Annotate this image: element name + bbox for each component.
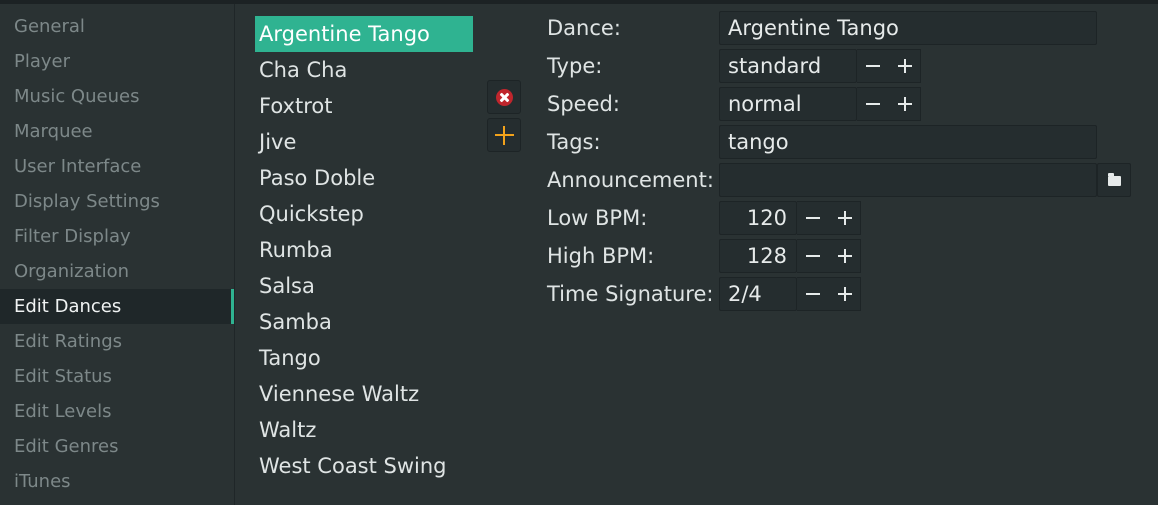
sidebar-item-organization[interactable]: Organization <box>0 254 234 289</box>
sidebar-item-player[interactable]: Player <box>0 44 234 79</box>
dance-name-field[interactable]: Argentine Tango <box>719 11 1097 45</box>
type-field[interactable]: standard <box>719 49 857 83</box>
sidebar-item-marquee[interactable]: Marquee <box>0 114 234 149</box>
dance-list-item[interactable]: Rumba <box>255 232 473 268</box>
dance-list-item[interactable]: Jive <box>255 124 473 160</box>
speed-stepper <box>857 87 921 121</box>
plus-icon <box>838 249 852 263</box>
dance-list-item[interactable]: Salsa <box>255 268 473 304</box>
tags-label: Tags: <box>547 130 601 154</box>
plus-icon <box>838 287 852 301</box>
speed-decrement-button[interactable] <box>857 88 889 120</box>
time-signature-stepper <box>797 277 861 311</box>
low-bpm-stepper <box>797 201 861 235</box>
low-bpm-increment-button[interactable] <box>829 202 861 234</box>
high-bpm-stepper <box>797 239 861 273</box>
remove-dance-button[interactable] <box>487 80 521 114</box>
low-bpm-label: Low BPM: <box>547 206 648 230</box>
dance-list-item[interactable]: West Coast Swing <box>255 448 473 484</box>
time-signature-decrement-button[interactable] <box>797 278 829 310</box>
dance-list-item[interactable]: Waltz <box>255 412 473 448</box>
dance-list-item[interactable]: Quickstep <box>255 196 473 232</box>
tags-field[interactable]: tango <box>719 125 1097 159</box>
low-bpm-decrement-button[interactable] <box>797 202 829 234</box>
sidebar-item-filter-display[interactable]: Filter Display <box>0 219 234 254</box>
dance-list-item[interactable]: Foxtrot <box>255 88 473 124</box>
dance-label: Dance: <box>547 16 621 40</box>
high-bpm-decrement-button[interactable] <box>797 240 829 272</box>
dance-list-item[interactable]: Tango <box>255 340 473 376</box>
dance-list-item[interactable]: Viennese Waltz <box>255 376 473 412</box>
sidebar-item-music-queues[interactable]: Music Queues <box>0 79 234 114</box>
high-bpm-field[interactable]: 128 <box>719 239 797 273</box>
sidebar-item-edit-levels[interactable]: Edit Levels <box>0 394 234 429</box>
sidebar-item-edit-genres[interactable]: Edit Genres <box>0 429 234 464</box>
add-icon <box>495 126 514 145</box>
folder-icon <box>1108 173 1121 186</box>
speed-increment-button[interactable] <box>889 88 921 120</box>
plus-icon <box>898 97 912 111</box>
sidebar-item-itunes[interactable]: iTunes <box>0 464 234 499</box>
sidebar-item-display-settings[interactable]: Display Settings <box>0 184 234 219</box>
sidebar-item-edit-status[interactable]: Edit Status <box>0 359 234 394</box>
time-signature-label: Time Signature: <box>547 282 714 306</box>
minus-icon <box>806 211 820 225</box>
minus-icon <box>866 59 880 73</box>
speed-field[interactable]: normal <box>719 87 857 121</box>
plus-icon <box>838 211 852 225</box>
dance-list-item[interactable]: Argentine Tango <box>255 16 473 52</box>
announcement-label: Announcement: <box>547 168 714 192</box>
type-decrement-button[interactable] <box>857 50 889 82</box>
minus-icon <box>806 249 820 263</box>
remove-icon <box>496 89 513 106</box>
speed-label: Speed: <box>547 92 620 116</box>
dance-list-item[interactable]: Samba <box>255 304 473 340</box>
announcement-field[interactable] <box>719 163 1097 197</box>
time-signature-increment-button[interactable] <box>829 278 861 310</box>
sidebar-item-general[interactable]: General <box>0 9 234 44</box>
plus-icon <box>898 59 912 73</box>
sidebar-item-edit-ratings[interactable]: Edit Ratings <box>0 324 234 359</box>
sidebar-item-edit-dances[interactable]: Edit Dances <box>0 289 234 324</box>
add-dance-button[interactable] <box>487 118 521 152</box>
minus-icon <box>866 97 880 111</box>
dance-list-item[interactable]: Paso Doble <box>255 160 473 196</box>
high-bpm-label: High BPM: <box>547 244 655 268</box>
settings-sidebar: General Player Music Queues Marquee User… <box>0 4 235 505</box>
type-stepper <box>857 49 921 83</box>
high-bpm-increment-button[interactable] <box>829 240 861 272</box>
dance-list-item[interactable]: Cha Cha <box>255 52 473 88</box>
sidebar-item-user-interface[interactable]: User Interface <box>0 149 234 184</box>
type-label: Type: <box>547 54 603 78</box>
type-increment-button[interactable] <box>889 50 921 82</box>
low-bpm-field[interactable]: 120 <box>719 201 797 235</box>
dance-list: Argentine Tango Cha Cha Foxtrot Jive Pas… <box>255 16 473 486</box>
announcement-browse-button[interactable] <box>1097 163 1131 197</box>
time-signature-field[interactable]: 2/4 <box>719 277 797 311</box>
minus-icon <box>806 287 820 301</box>
